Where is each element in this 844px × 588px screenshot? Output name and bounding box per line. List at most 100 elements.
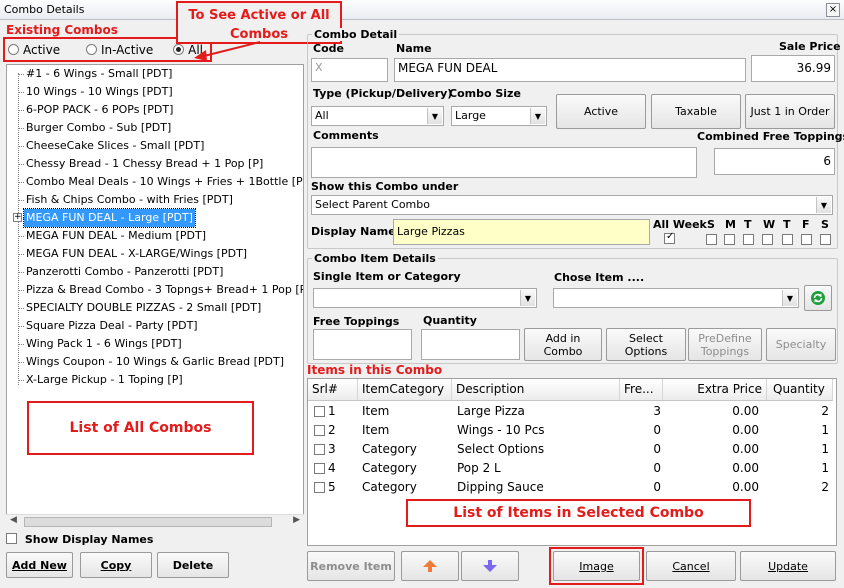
day-checkbox[interactable]	[706, 234, 717, 245]
day-label: T	[783, 218, 791, 231]
col-extra-price[interactable]: Extra Price	[663, 379, 767, 401]
row-checkbox[interactable]	[314, 463, 325, 474]
table-row[interactable]: 4 Category Pop 2 L 0 0.00 1	[308, 459, 833, 478]
chevron-down-icon[interactable]: ▼	[782, 290, 797, 306]
combo-list-item[interactable]: MEGA FUN DEAL - Medium [PDT]	[24, 227, 208, 245]
row-checkbox[interactable]	[314, 425, 325, 436]
copy-button[interactable]: Copy	[80, 552, 152, 578]
combo-list-item[interactable]: 10 Wings - 10 Wings [PDT]	[24, 83, 175, 101]
code-input[interactable]: X	[311, 58, 388, 82]
select-options-button[interactable]: Select Options	[606, 328, 686, 361]
row-checkbox[interactable]	[314, 406, 325, 417]
combo-list-item[interactable]: Burger Combo - Sub [PDT]	[24, 119, 173, 137]
scroll-left-icon[interactable]: ◀	[10, 515, 17, 525]
day-checkbox[interactable]	[820, 234, 831, 245]
row-checkbox[interactable]	[314, 482, 325, 493]
cell-free: 0	[653, 423, 661, 437]
combo-list-item[interactable]: Square Pizza Deal - Party [PDT]	[24, 317, 200, 335]
type-select[interactable]: All ▼	[311, 106, 444, 126]
col-free[interactable]: Fre...	[620, 379, 663, 401]
day-checkbox-wrap[interactable]	[820, 234, 831, 247]
just-one-toggle-button[interactable]: Just 1 in Order	[745, 94, 835, 129]
combo-list-item[interactable]: Pizza & Bread Combo - 3 Topngs+ Bread+ 1…	[24, 281, 303, 299]
day-checkbox[interactable]	[724, 234, 735, 245]
update-button[interactable]: Update	[740, 551, 836, 581]
day-checkbox-wrap[interactable]	[782, 234, 793, 247]
expand-icon[interactable]: +	[13, 213, 22, 222]
sale-price-input[interactable]: 36.99	[751, 55, 835, 82]
col-description[interactable]: Description	[452, 379, 620, 401]
display-name-input[interactable]: Large Pizzas	[393, 219, 650, 245]
specialty-button[interactable]: Specialty	[766, 328, 836, 361]
refresh-button[interactable]	[804, 285, 832, 311]
table-row[interactable]: 5 Category Dipping Sauce 0 0.00 2	[308, 478, 833, 497]
combo-list-item[interactable]: Fish & Chips Combo - with Fries [PDT]	[24, 191, 235, 209]
close-button[interactable]: ×	[826, 3, 840, 17]
checkbox-checked[interactable]: ✓	[664, 231, 675, 244]
day-checkbox-wrap[interactable]	[762, 234, 773, 247]
single-item-select[interactable]: ▼	[313, 288, 537, 308]
combo-list-item[interactable]: MEGA FUN DEAL - X-LARGE/Wings [PDT]	[24, 245, 249, 263]
table-row[interactable]: 2 Item Wings - 10 Pcs 0 0.00 1	[308, 421, 833, 440]
move-down-button[interactable]	[461, 551, 519, 581]
combo-list-item[interactable]: Wing Pack 1 - 6 Wings [PDT]	[24, 335, 184, 353]
col-item-category[interactable]: ItemCategory	[358, 379, 452, 401]
all-week-checkbox[interactable]: ✓	[664, 231, 675, 246]
combo-list-hscrollbar[interactable]: ◀ ▶	[6, 514, 304, 528]
quantity-input[interactable]	[421, 329, 520, 360]
combo-list-item[interactable]: MEGA FUN DEAL - Large [PDT]	[23, 208, 196, 228]
cell-free: 0	[653, 442, 661, 456]
combo-list-item[interactable]: X-Large Pickup - 1 Toping [P]	[24, 371, 185, 389]
delete-button[interactable]: Delete	[157, 552, 229, 578]
chevron-down-icon[interactable]: ▼	[816, 197, 831, 213]
combo-list-item[interactable]: Wings Coupon - 10 Wings & Garlic Bread […	[24, 353, 286, 371]
chevron-down-icon[interactable]: ▼	[530, 108, 545, 124]
add-in-combo-button[interactable]: Add in Combo	[524, 328, 602, 361]
filter-active-radio[interactable]: Active	[8, 43, 60, 57]
comments-input[interactable]	[311, 147, 697, 178]
chose-item-select[interactable]: ▼	[553, 288, 799, 308]
combo-list-item[interactable]: SPECIALTY DOUBLE PIZZAS - 2 Small [PDT]	[24, 299, 263, 317]
combo-list-item[interactable]: #1 - 6 Wings - Small [PDT]	[24, 65, 174, 83]
checkbox[interactable]	[6, 533, 17, 544]
taxable-toggle-button[interactable]: Taxable	[651, 94, 741, 129]
active-toggle-button[interactable]: Active	[556, 94, 646, 129]
image-button[interactable]: Image	[553, 551, 640, 581]
table-row[interactable]: 1 Item Large Pizza 3 0.00 2	[308, 402, 833, 421]
scroll-right-icon[interactable]: ▶	[293, 515, 300, 525]
day-checkbox-wrap[interactable]	[743, 234, 754, 247]
col-srl[interactable]: Srl#	[308, 379, 358, 401]
combo-list-item[interactable]: 6-POP PACK - 6 POPs [PDT]	[24, 101, 175, 119]
remove-item-button[interactable]: Remove Item	[307, 551, 395, 581]
move-up-button[interactable]	[401, 551, 459, 581]
show-display-names[interactable]: Show Display Names	[6, 533, 153, 546]
chevron-down-icon[interactable]: ▼	[427, 108, 442, 124]
parent-combo-select[interactable]: Select Parent Combo ▼	[311, 195, 833, 215]
combo-list-item[interactable]: Combo Meal Deals - 10 Wings + Fries + 1B…	[24, 173, 303, 191]
row-checkbox[interactable]	[314, 444, 325, 455]
day-checkbox-wrap[interactable]	[706, 234, 717, 247]
cell-desc: Large Pizza	[457, 404, 525, 418]
chevron-down-icon[interactable]: ▼	[520, 290, 535, 306]
day-checkbox[interactable]	[743, 234, 754, 245]
combo-size-select[interactable]: Large ▼	[451, 106, 547, 126]
add-new-button[interactable]: Add New	[6, 552, 73, 578]
scroll-thumb[interactable]	[24, 517, 272, 527]
combo-list-item[interactable]: Chessy Bread - 1 Chessy Bread + 1 Pop [P…	[24, 155, 265, 173]
predefine-toppings-button[interactable]: PreDefine Toppings	[688, 328, 762, 361]
day-checkbox[interactable]	[801, 234, 812, 245]
day-checkbox-wrap[interactable]	[801, 234, 812, 247]
combo-list-item[interactable]: Panzerotti Combo - Panzerotti [PDT]	[24, 263, 225, 281]
free-toppings-input[interactable]	[313, 329, 412, 360]
cancel-button[interactable]: Cancel	[646, 551, 736, 581]
name-input[interactable]: MEGA FUN DEAL	[394, 58, 746, 82]
day-checkbox[interactable]	[782, 234, 793, 245]
day-checkbox[interactable]	[762, 234, 773, 245]
combo-list-item[interactable]: CheeseCake Slices - Small [PDT]	[24, 137, 206, 155]
combo-list[interactable]: #1 - 6 Wings - Small [PDT] 10 Wings - 10 …	[6, 64, 304, 528]
table-row[interactable]: 3 Category Select Options 0 0.00 1	[308, 440, 833, 459]
col-quantity[interactable]: Quantity	[767, 379, 833, 401]
day-checkbox-wrap[interactable]	[724, 234, 735, 247]
filter-inactive-radio[interactable]: In-Active	[85, 43, 153, 57]
combined-free-toppings-input[interactable]: 6	[714, 148, 835, 175]
